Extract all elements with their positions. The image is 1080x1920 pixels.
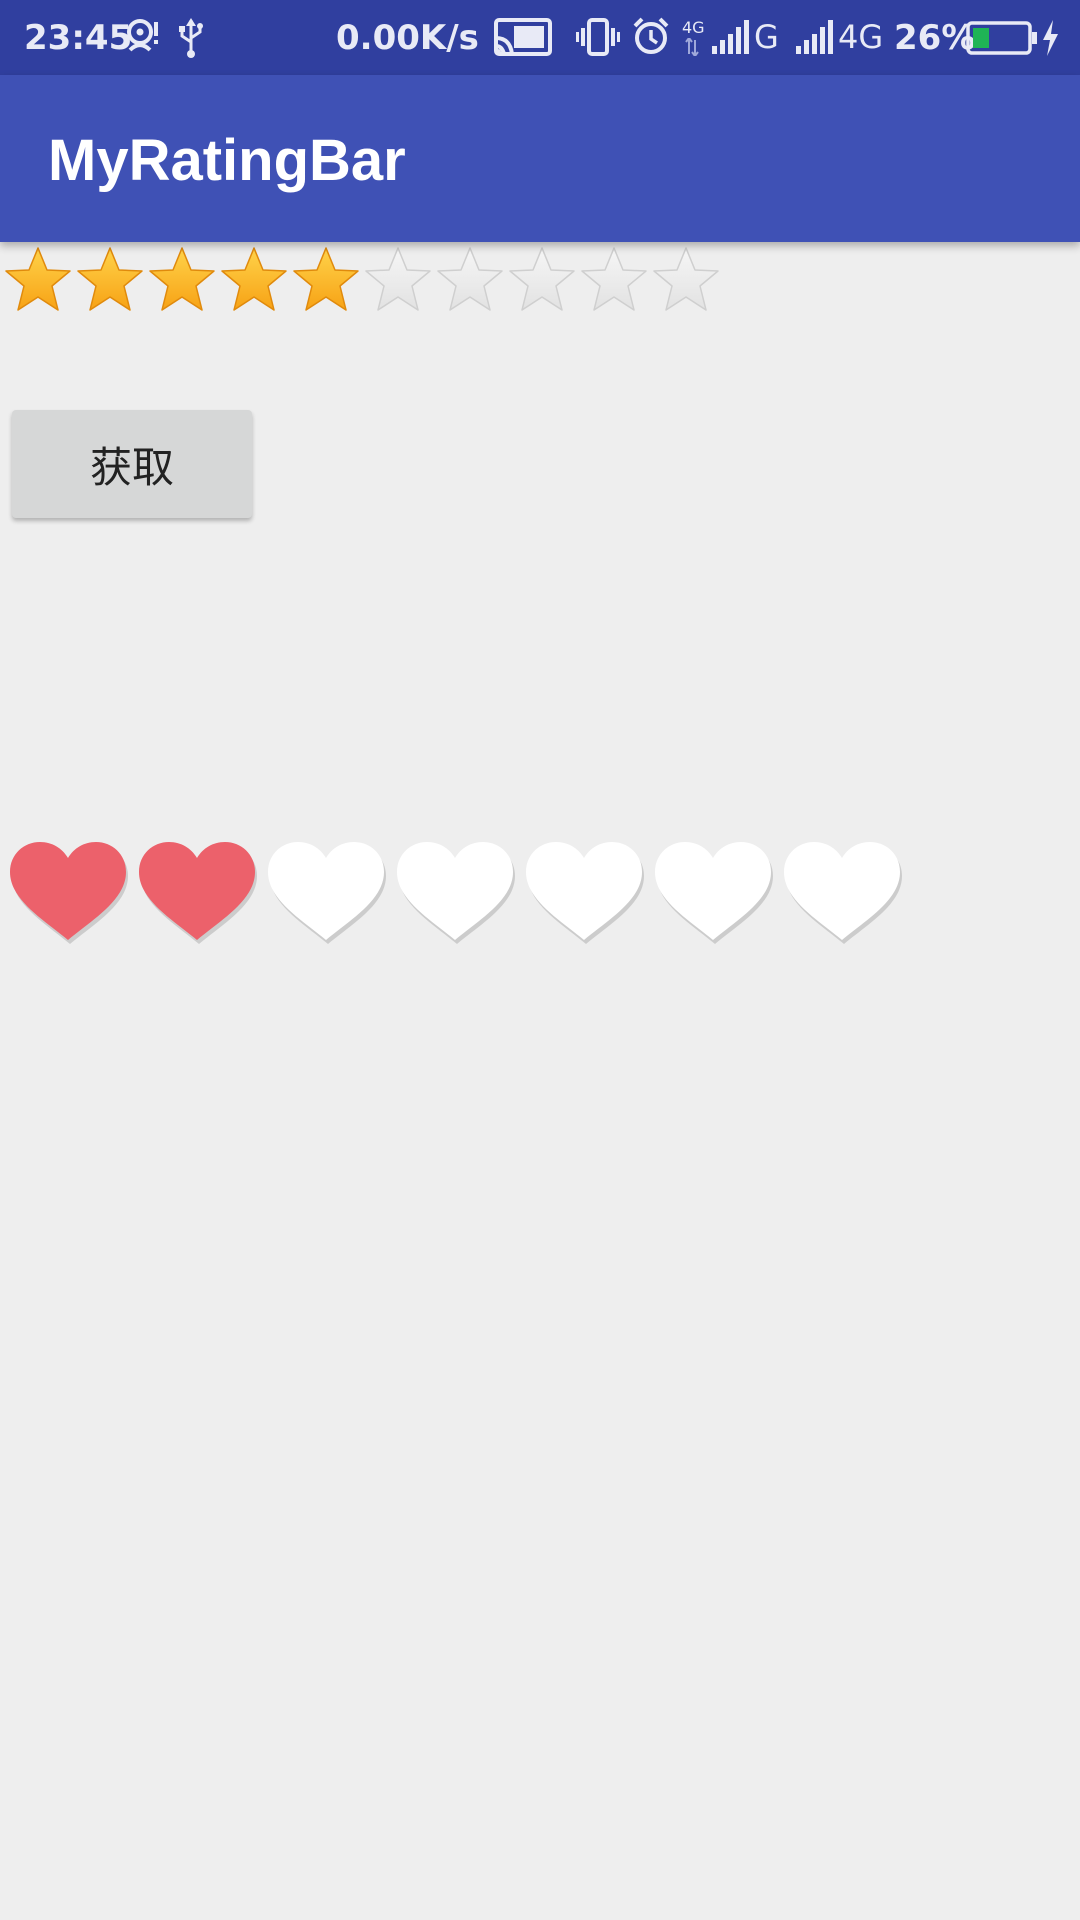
alarm-icon	[633, 17, 669, 54]
data-arrows-icon	[685, 38, 699, 56]
star-filled-icon[interactable]	[2, 244, 74, 316]
star-rating-bar[interactable]	[2, 244, 722, 316]
star-filled-icon[interactable]	[146, 244, 218, 316]
heart-empty-icon[interactable]	[649, 836, 778, 948]
usb-icon	[179, 18, 203, 58]
heart-rating-bar[interactable]	[4, 836, 907, 948]
status-bar: 23:45 0.00K/s 4G G 4G 26%	[0, 0, 1080, 75]
status-time: 23:45	[24, 18, 133, 58]
heart-empty-icon[interactable]	[778, 836, 907, 948]
heart-filled-icon[interactable]	[133, 836, 262, 948]
star-filled-icon[interactable]	[290, 244, 362, 316]
status-net-speed: 0.00K/s	[336, 18, 479, 58]
charging-icon	[1043, 20, 1058, 56]
heart-empty-icon[interactable]	[391, 836, 520, 948]
star-filled-icon[interactable]	[74, 244, 146, 316]
signal-icon	[712, 20, 749, 54]
star-empty-icon[interactable]	[362, 244, 434, 316]
battery-icon	[966, 21, 1037, 55]
vibrate-icon	[576, 18, 620, 56]
network-type-4g: 4G	[838, 18, 884, 56]
heart-empty-icon[interactable]	[262, 836, 391, 948]
get-button[interactable]: 获取	[12, 410, 252, 518]
app-bar: MyRatingBar	[0, 75, 1080, 242]
screen: 23:45 0.00K/s 4G G 4G 26% MyRatingBar 获取	[0, 0, 1080, 1920]
network-type-g: G	[754, 18, 779, 56]
star-filled-icon[interactable]	[218, 244, 290, 316]
battery-percent: 26%	[894, 18, 976, 58]
star-empty-icon[interactable]	[578, 244, 650, 316]
star-empty-icon[interactable]	[506, 244, 578, 316]
cast-icon	[494, 18, 552, 56]
location-alert-icon	[127, 19, 158, 52]
heart-empty-icon[interactable]	[520, 836, 649, 948]
star-empty-icon[interactable]	[434, 244, 506, 316]
star-empty-icon[interactable]	[650, 244, 722, 316]
heart-filled-icon[interactable]	[4, 836, 133, 948]
signal-icon	[796, 20, 833, 54]
app-title: MyRatingBar	[48, 128, 406, 193]
network-type-small: 4G	[682, 18, 705, 37]
